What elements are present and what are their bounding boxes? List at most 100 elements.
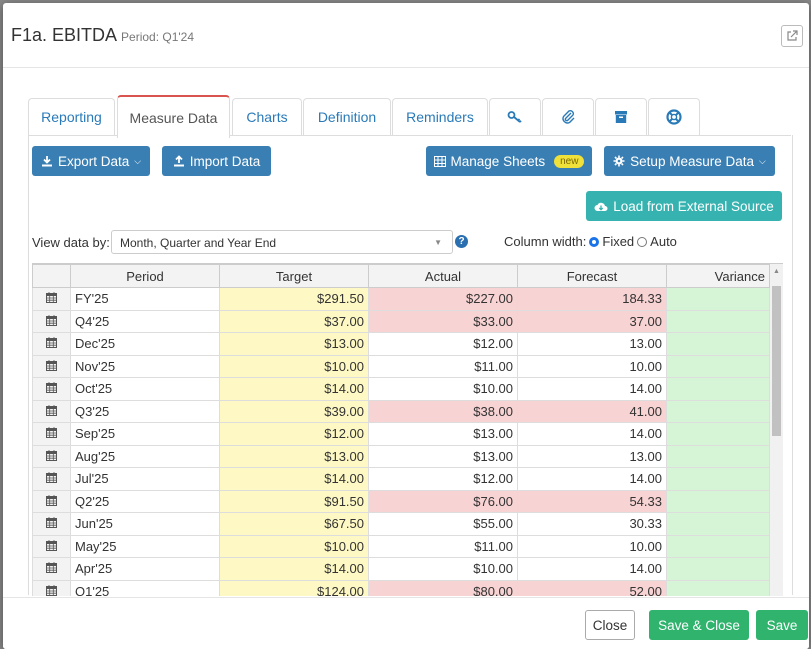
calendar-icon[interactable]	[32, 354, 71, 378]
tab-archive[interactable]	[595, 98, 647, 135]
cell-actual[interactable]: $38.00	[368, 399, 518, 423]
setup-measure-data-button[interactable]: Setup Measure Data ⌵	[604, 146, 775, 176]
cell-actual[interactable]: $13.00	[368, 422, 518, 446]
tab-definition[interactable]: Definition	[303, 98, 391, 135]
cell-forecast[interactable]: 14.00	[517, 377, 667, 401]
calendar-icon[interactable]	[32, 444, 71, 468]
cell-forecast[interactable]: 13.00	[517, 444, 667, 468]
cell-actual[interactable]: $80.00	[368, 579, 518, 596]
cell-target[interactable]: $10.00	[219, 534, 369, 558]
cell-target[interactable]: $291.50	[219, 287, 369, 311]
cell-forecast[interactable]: 54.33	[517, 489, 667, 513]
manage-sheets-button[interactable]: Manage Sheets new	[426, 146, 592, 176]
cell-actual[interactable]: $227.00	[368, 287, 518, 311]
upload-icon	[173, 155, 184, 167]
vertical-scrollbar[interactable]: ▲	[770, 264, 783, 596]
cell-target[interactable]: $13.00	[219, 332, 369, 356]
calendar-icon[interactable]	[32, 309, 71, 333]
tab-charts[interactable]: Charts	[232, 98, 302, 135]
column-header-period[interactable]: Period	[70, 264, 220, 288]
calendar-icon[interactable]	[32, 399, 71, 423]
cell-period: Q2'25	[70, 489, 220, 513]
cell-variance	[666, 512, 770, 536]
column-width-control: Column width: Fixed Auto	[504, 234, 677, 249]
cell-actual[interactable]: $12.00	[368, 332, 518, 356]
cell-target[interactable]: $14.00	[219, 377, 369, 401]
column-header-variance[interactable]: Variance	[666, 264, 770, 288]
cell-actual[interactable]: $10.00	[368, 377, 518, 401]
cell-forecast[interactable]: 41.00	[517, 399, 667, 423]
tab-key[interactable]	[489, 98, 541, 135]
cell-target[interactable]: $124.00	[219, 579, 369, 596]
cell-forecast[interactable]: 37.00	[517, 309, 667, 333]
view-by-select[interactable]: Month, Quarter and Year End ▼	[111, 230, 453, 254]
tab-label: Measure Data	[129, 109, 218, 126]
cell-forecast[interactable]: 10.00	[517, 534, 667, 558]
cell-period: FY'25	[70, 287, 220, 311]
table-row: May'25 $10.00 $11.00 10.00	[32, 534, 770, 558]
chevron-down-icon: ⌵	[759, 155, 766, 166]
cell-target[interactable]: $14.00	[219, 467, 369, 491]
cell-target[interactable]: $10.00	[219, 354, 369, 378]
cell-forecast[interactable]: 52.00	[517, 579, 667, 596]
cell-target[interactable]: $91.50	[219, 489, 369, 513]
calendar-icon[interactable]	[32, 489, 71, 513]
cell-actual[interactable]: $11.00	[368, 354, 518, 378]
cell-target[interactable]: $13.00	[219, 444, 369, 468]
column-header-forecast[interactable]: Forecast	[517, 264, 667, 288]
column-header-actual[interactable]: Actual	[368, 264, 518, 288]
cell-actual[interactable]: $33.00	[368, 309, 518, 333]
tab-attachments[interactable]	[542, 98, 594, 135]
help-icon[interactable]: ?	[455, 235, 468, 248]
modal-title: F1a. EBITDA Period: Q1'24	[11, 25, 194, 46]
popout-button[interactable]	[781, 25, 803, 47]
export-data-button[interactable]: Export Data ⌵	[32, 146, 150, 176]
table-row: FY'25 $291.50 $227.00 184.33	[32, 287, 770, 311]
cell-actual[interactable]: $11.00	[368, 534, 518, 558]
cell-actual[interactable]: $10.00	[368, 557, 518, 581]
calendar-icon[interactable]	[32, 557, 71, 581]
save-button[interactable]: Save	[756, 610, 808, 640]
calendar-icon[interactable]	[32, 332, 71, 356]
tab-reminders[interactable]: Reminders	[392, 98, 488, 135]
cell-actual[interactable]: $55.00	[368, 512, 518, 536]
tab-measure-data[interactable]: Measure Data	[117, 95, 230, 138]
cell-target[interactable]: $37.00	[219, 309, 369, 333]
cell-actual[interactable]: $13.00	[368, 444, 518, 468]
auto-radio[interactable]	[637, 236, 648, 247]
save-and-close-button[interactable]: Save & Close	[649, 610, 749, 640]
cell-actual[interactable]: $76.00	[368, 489, 518, 513]
tab-reporting[interactable]: Reporting	[28, 98, 115, 135]
table-row: Dec'25 $13.00 $12.00 13.00	[32, 332, 770, 356]
data-table: Period Target Actual Forecast Variance F…	[32, 264, 770, 596]
calendar-icon[interactable]	[32, 512, 71, 536]
cell-forecast[interactable]: 14.00	[517, 422, 667, 446]
cell-actual[interactable]: $12.00	[368, 467, 518, 491]
tab-support[interactable]	[648, 98, 700, 135]
scroll-up-icon[interactable]: ▲	[773, 268, 780, 275]
calendar-icon[interactable]	[32, 579, 71, 596]
cell-target[interactable]: $14.00	[219, 557, 369, 581]
calendar-icon[interactable]	[32, 287, 71, 311]
cell-target[interactable]: $39.00	[219, 399, 369, 423]
calendar-icon[interactable]	[32, 467, 71, 491]
fixed-radio[interactable]	[589, 236, 600, 247]
cell-forecast[interactable]: 184.33	[517, 287, 667, 311]
close-button[interactable]: Close	[585, 610, 635, 640]
cell-forecast[interactable]: 10.00	[517, 354, 667, 378]
cell-target[interactable]: $67.50	[219, 512, 369, 536]
load-external-source-button[interactable]: Load from External Source	[586, 191, 782, 221]
scrollbar-thumb[interactable]	[772, 286, 781, 436]
calendar-icon[interactable]	[32, 377, 71, 401]
calendar-icon[interactable]	[32, 422, 71, 446]
cell-target[interactable]: $12.00	[219, 422, 369, 446]
cell-forecast[interactable]: 14.00	[517, 467, 667, 491]
cell-period: Q4'25	[70, 309, 220, 333]
calendar-icon[interactable]	[32, 534, 71, 558]
cell-forecast[interactable]: 30.33	[517, 512, 667, 536]
import-data-button[interactable]: Import Data	[162, 146, 271, 176]
cell-forecast[interactable]: 13.00	[517, 332, 667, 356]
cell-forecast[interactable]: 14.00	[517, 557, 667, 581]
column-header-target[interactable]: Target	[219, 264, 369, 288]
cell-period: Aug'25	[70, 444, 220, 468]
